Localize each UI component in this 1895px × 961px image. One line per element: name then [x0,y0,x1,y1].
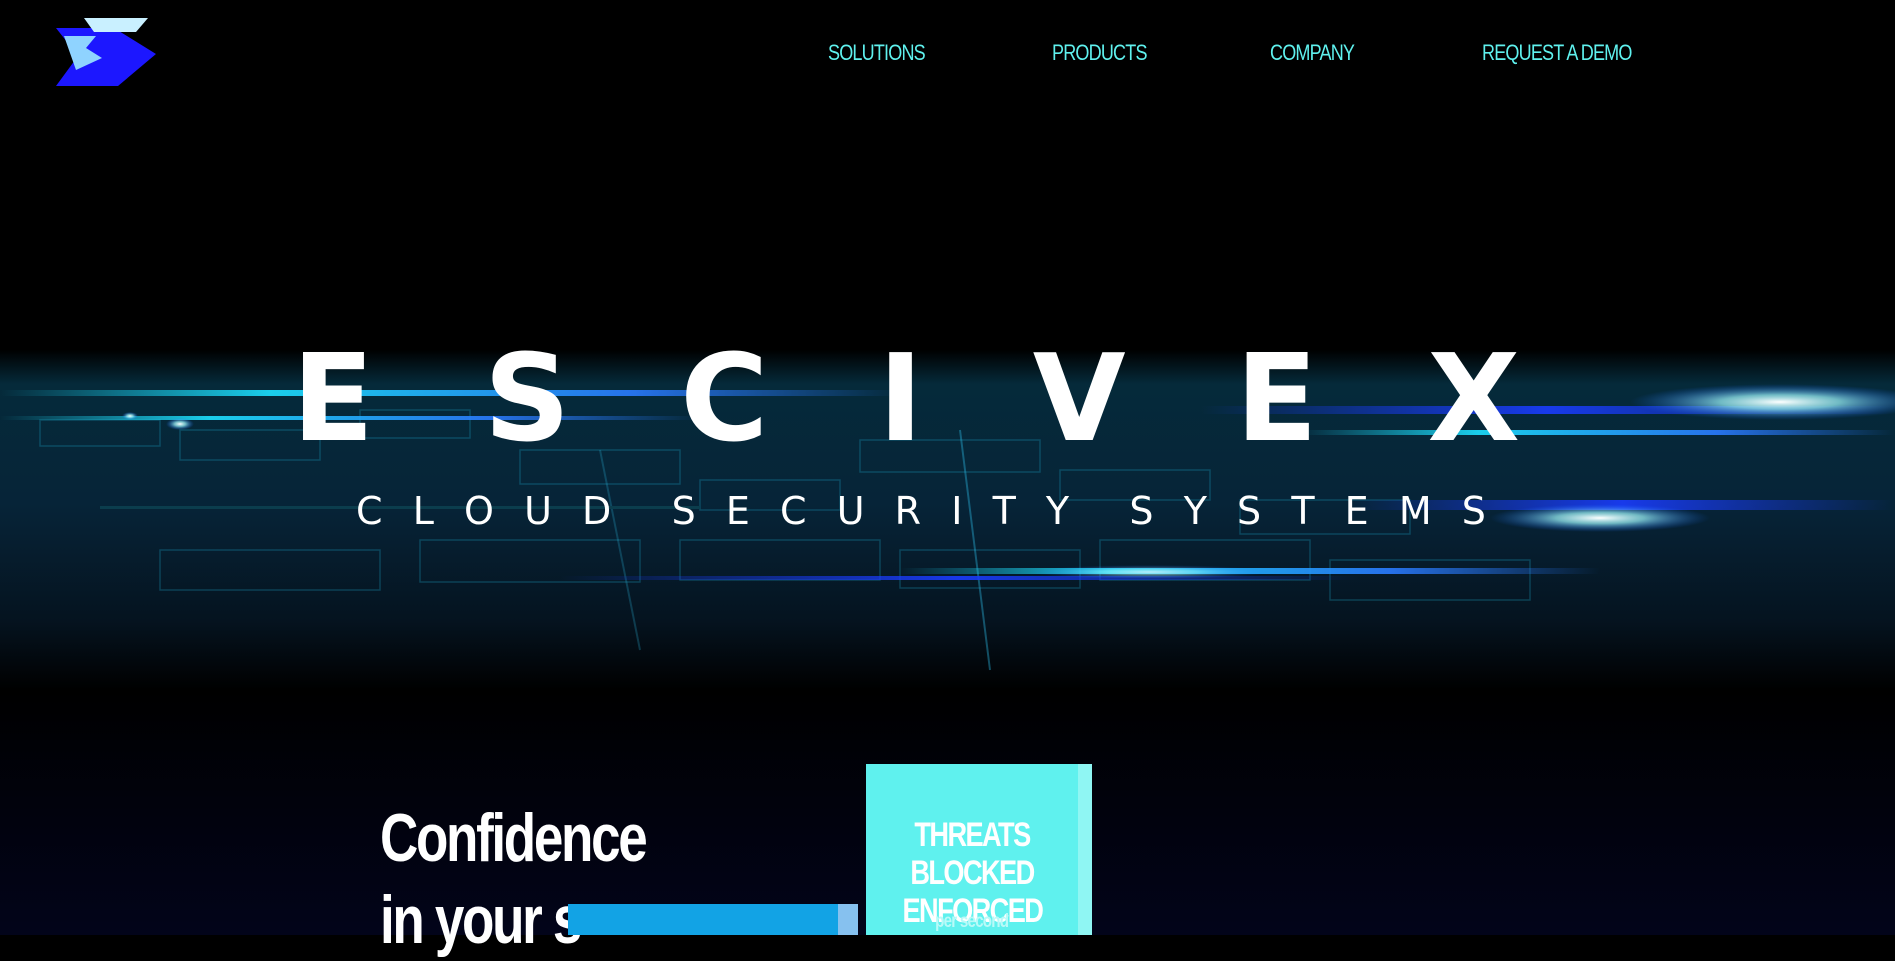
hero-tagline-letter: S [1237,489,1262,533]
hero-tagline-letter: R [894,489,922,533]
escivex-logo-icon[interactable] [56,18,160,86]
nav-company[interactable]: COMPANY [1270,40,1355,66]
intro-headline-line1: Confidence [380,800,648,876]
hero-tagline-letter: U [524,489,552,533]
hero-tagline-letter: C [780,489,807,533]
hero-brand-title: E S C I V E X [292,325,1522,475]
intro-headline: Confidence in your s [380,797,648,961]
hero-tagline: C L O U D S E C U R I T Y S Y S T E M S [356,487,1486,535]
hero-tagline-letter: E [725,489,750,533]
hero-title-letter: C [680,330,771,469]
hero-title-letter: E [292,330,376,469]
threats-blocked-stat-card: THREATS BLOCKED ENFORCED per second [866,764,1092,935]
blue-panel-edge [838,904,858,935]
nav-request-demo[interactable]: REQUEST A DEMO [1482,40,1632,66]
hero-tagline-letter: M [1398,489,1432,533]
stat-card-stripe [1078,764,1092,935]
nav-solutions[interactable]: SOLUTIONS [828,40,926,66]
hero-tagline-letter: L [412,489,434,533]
stat-card-subtitle: per second [866,911,1078,933]
hero-tagline-letter: E [1344,489,1369,533]
hero-tagline-letter: Y [1045,489,1070,533]
hero-tagline-letter: U [836,489,865,533]
hero-title-letter: I [878,330,925,469]
hero-tagline-letter: S [1461,489,1486,533]
hero-title-letter: E [1235,330,1320,469]
overlapping-blue-panel [568,904,858,935]
nav-products[interactable]: PRODUCTS [1052,40,1147,66]
hero-title-letter: X [1427,330,1522,469]
site-header: SOLUTIONS PRODUCTS COMPANY REQUEST A DEM… [0,0,1895,110]
hero-tagline-letter: Y [1183,489,1207,533]
stat-subtitle-text: per second [935,911,1009,932]
hero-tagline-letter: O [464,489,494,533]
stat-title-line1: THREATS BLOCKED [910,816,1035,892]
hero-tagline-letter: S [671,489,696,533]
hero-tagline-letter: I [951,489,963,533]
hero-tagline-letter: D [582,489,612,533]
hero-tagline-letter: T [1291,489,1315,533]
hero-title-letter: V [1032,330,1128,469]
hero-title-letter: S [483,330,573,469]
hero-tagline-letter: C [356,489,383,533]
hero-tagline-letter: S [1129,489,1154,533]
hero-tagline-letter: T [992,489,1016,533]
